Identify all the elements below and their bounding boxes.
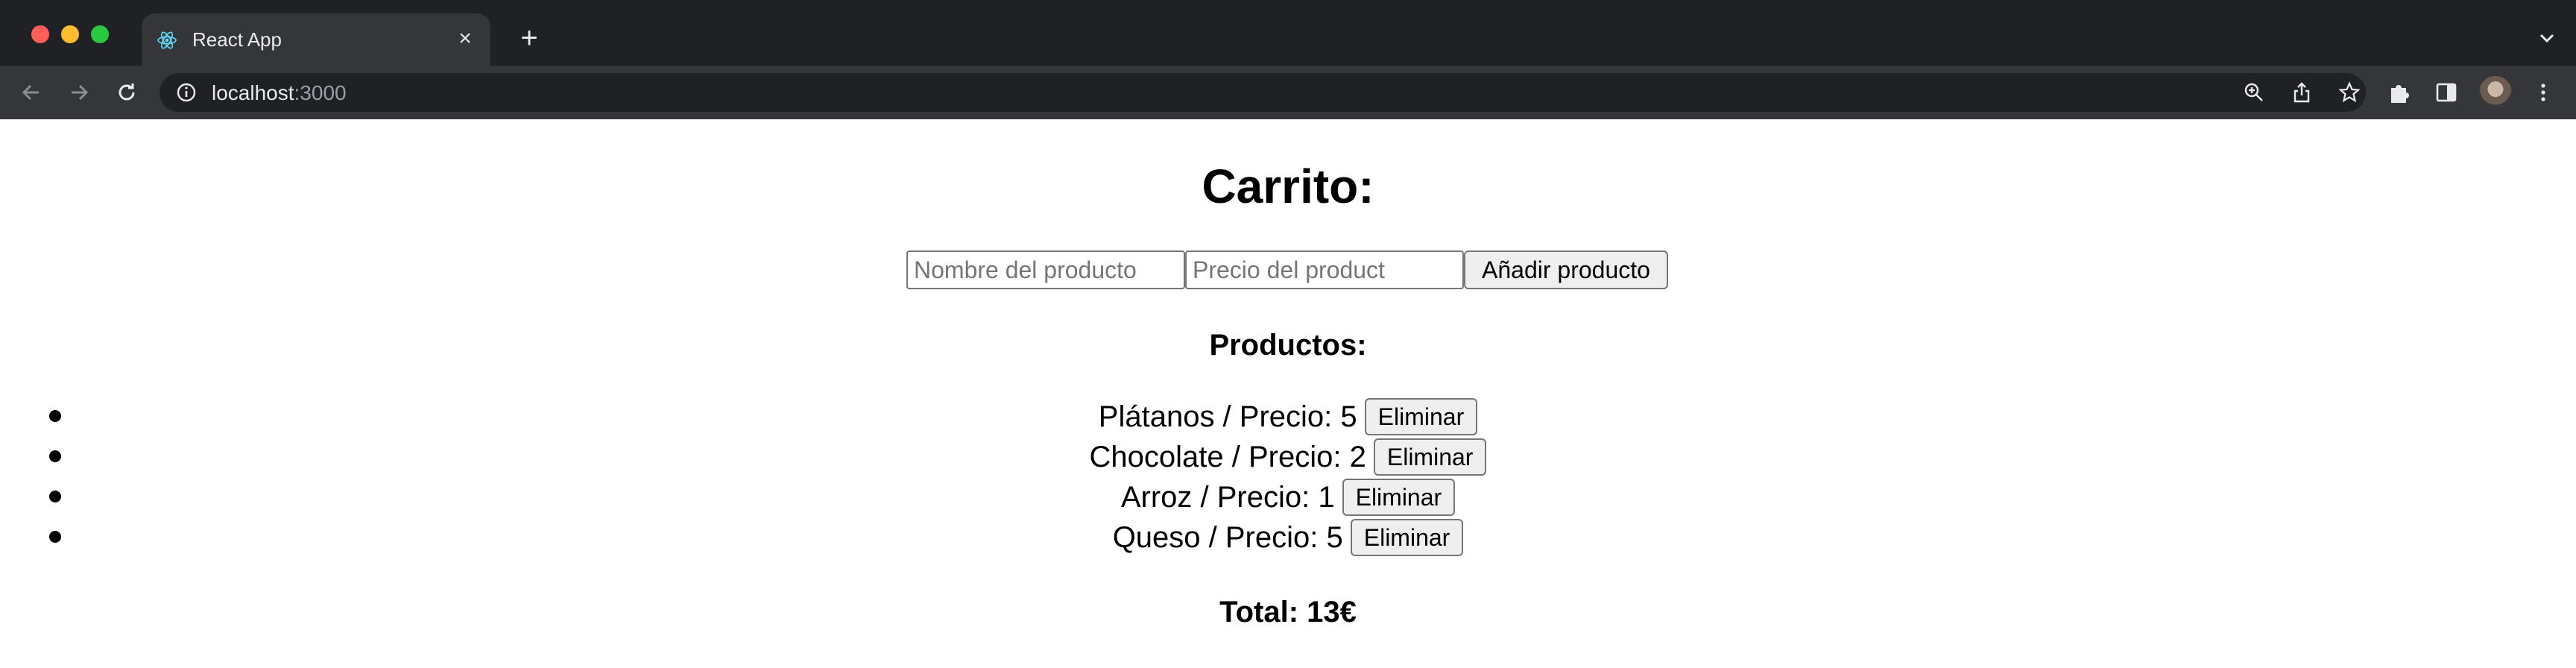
react-logo-icon [157,31,177,49]
title-bar: React App × + [0,0,2576,66]
delete-product-button[interactable]: Eliminar [1342,479,1456,516]
add-product-button[interactable]: Añadir producto [1464,250,1668,289]
page-content: Carrito: Añadir producto Productos: Plát… [0,119,2576,668]
cart-total: Total: 13€ [1219,596,1357,628]
delete-product-button[interactable]: Eliminar [1364,398,1478,435]
browser-toolbar: localhost:3000 [0,66,2576,119]
product-row: Queso / Precio: 5 Eliminar [0,517,2576,558]
product-text: Plátanos / Precio: 5 [1098,400,1357,433]
close-icon[interactable]: × [452,25,479,52]
product-text: Chocolate / Precio: 2 [1089,441,1366,473]
delete-product-button[interactable]: Eliminar [1373,438,1487,476]
zoom-icon[interactable] [2242,81,2266,104]
product-text: Queso / Precio: 5 [1112,521,1343,554]
puzzle-icon[interactable] [2385,79,2412,106]
star-icon[interactable] [2337,81,2361,104]
list-item: Plátanos / Precio: 5 Eliminar [0,397,2576,437]
kebab-menu-icon[interactable] [2530,79,2557,106]
info-icon[interactable] [176,82,197,103]
product-name-input[interactable] [906,250,1185,289]
arrow-left-icon[interactable] [16,78,46,107]
url-text: localhost:3000 [212,81,347,105]
url-host: localhost [212,81,294,104]
products-heading: Productos: [1209,329,1367,362]
list-item: Chocolate / Precio: 2 Eliminar [0,437,2576,477]
reload-icon[interactable] [112,78,142,107]
list-item: Arroz / Precio: 1 Eliminar [0,477,2576,517]
chevron-down-icon[interactable] [2536,27,2558,49]
plus-icon[interactable]: + [514,23,544,54]
page-title: Carrito: [1202,160,1374,213]
product-text: Arroz / Precio: 1 [1120,481,1335,514]
browser-chrome: React App × + localhost:3000 [0,0,2576,119]
window-minimize-button[interactable] [61,25,79,43]
product-row: Plátanos / Precio: 5 Eliminar [0,397,2576,437]
side-panel-icon[interactable] [2433,79,2460,106]
address-bar[interactable]: localhost:3000 [160,73,2366,112]
product-row: Arroz / Precio: 1 Eliminar [0,477,2576,517]
delete-product-button[interactable]: Eliminar [1350,519,1464,556]
product-price-input[interactable] [1185,250,1464,289]
window-close-button[interactable] [31,25,49,43]
url-port: :3000 [294,81,347,104]
avatar[interactable] [2479,76,2512,109]
tab-title: React App [192,28,282,51]
arrow-right-icon[interactable] [64,78,94,107]
share-icon[interactable] [2290,81,2314,104]
window-zoom-button[interactable] [91,25,109,43]
product-row: Chocolate / Precio: 2 Eliminar [0,437,2576,477]
list-item: Queso / Precio: 5 Eliminar [0,517,2576,558]
tab-react-app[interactable]: React App × [142,13,490,66]
